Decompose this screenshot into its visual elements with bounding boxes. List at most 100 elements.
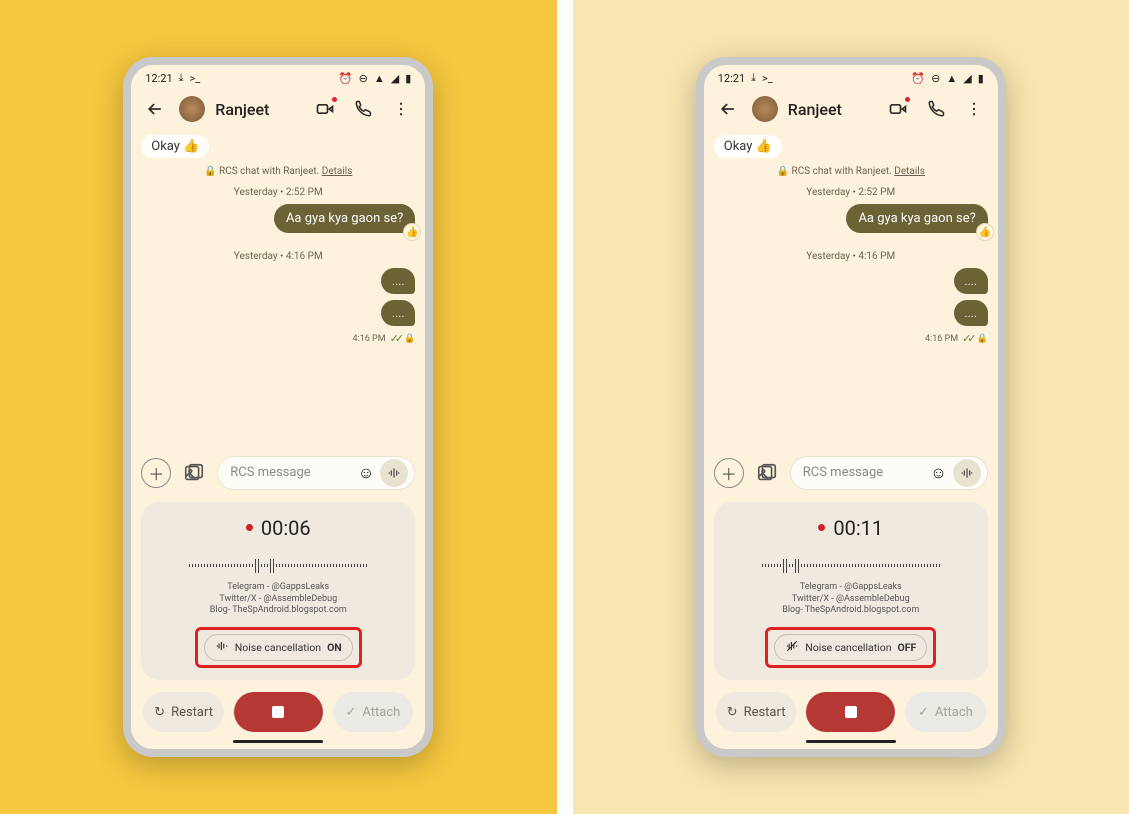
restart-icon: ↻ bbox=[154, 705, 165, 720]
signal-icon: ◢ bbox=[963, 72, 971, 85]
stop-button[interactable] bbox=[806, 692, 895, 732]
signal-icon: ◢ bbox=[391, 72, 399, 85]
status-bar: 12:21 ⤓ >_ ⏰ ⊖ ▲ ◢ ▮ bbox=[704, 65, 998, 87]
compose-row: ＋ RCS message ☺ bbox=[131, 450, 425, 496]
check-icon: ✓ bbox=[918, 705, 929, 720]
add-button[interactable]: ＋ bbox=[141, 458, 171, 488]
contact-name[interactable]: Ranjeet bbox=[215, 100, 301, 119]
alarm-icon: ⏰ bbox=[339, 72, 353, 85]
voice-message-button[interactable] bbox=[953, 459, 981, 487]
lock-icon: 🔒 bbox=[977, 334, 988, 344]
message-bubble[interactable]: .... bbox=[954, 300, 988, 326]
wifi-icon: ▲ bbox=[374, 72, 385, 85]
contact-name[interactable]: Ranjeet bbox=[788, 100, 874, 119]
recording-timer: 00:11 bbox=[818, 516, 883, 540]
add-button[interactable]: ＋ bbox=[714, 458, 744, 488]
terminal-icon: >_ bbox=[762, 72, 773, 85]
read-receipt-icon: ✓✓ bbox=[962, 332, 972, 345]
reaction-badge[interactable]: 👍 bbox=[976, 223, 994, 241]
stop-icon bbox=[845, 706, 857, 718]
gallery-button[interactable] bbox=[179, 458, 209, 488]
voice-message-button[interactable] bbox=[380, 459, 408, 487]
message-bubble[interactable]: .... bbox=[381, 300, 415, 326]
recording-dot-icon bbox=[818, 524, 825, 531]
lock-icon: 🔒 bbox=[204, 166, 216, 177]
more-button[interactable] bbox=[387, 95, 415, 123]
panel-left: 12:21 ⤓ >_ ⏰ ⊖ ▲ ◢ ▮ Ranjeet bbox=[0, 0, 557, 814]
input-placeholder: RCS message bbox=[230, 465, 352, 480]
message-input[interactable]: RCS message ☺ bbox=[790, 456, 988, 490]
okay-pill: Okay 👍 bbox=[141, 135, 209, 158]
attach-button[interactable]: ✓ Attach bbox=[905, 692, 986, 732]
status-bar: 12:21 ⤓ >_ ⏰ ⊖ ▲ ◢ ▮ bbox=[131, 65, 425, 87]
waveform bbox=[151, 556, 405, 576]
more-button[interactable] bbox=[960, 95, 988, 123]
chat-area[interactable]: Okay 👍 🔒 RCS chat with Ranjeet. Details … bbox=[131, 131, 425, 450]
message-bubble[interactable]: Aa gya kya gaon se? 👍 bbox=[846, 204, 987, 233]
noise-cancel-icon bbox=[215, 639, 229, 656]
message-status: 4:16 PM ✓✓ 🔒 bbox=[714, 332, 988, 345]
gallery-button[interactable] bbox=[752, 458, 782, 488]
stop-button[interactable] bbox=[234, 692, 323, 732]
status-time: 12:21 bbox=[718, 72, 745, 85]
noise-cancellation-toggle[interactable]: Noise cancellation ON bbox=[204, 634, 353, 661]
chat-area[interactable]: Okay 👍 🔒 RCS chat with Ranjeet. Details … bbox=[704, 131, 998, 450]
wifi-icon: ▲ bbox=[946, 72, 957, 85]
status-time: 12:21 bbox=[145, 72, 172, 85]
avatar[interactable] bbox=[179, 96, 205, 122]
credits-text: Telegram - @GappsLeaks Twitter/X - @Asse… bbox=[151, 582, 405, 617]
emoji-button[interactable]: ☺ bbox=[358, 463, 374, 483]
timestamp: Yesterday • 2:52 PM bbox=[141, 187, 415, 198]
terminal-icon: >_ bbox=[190, 72, 201, 85]
message-bubble[interactable]: .... bbox=[954, 268, 988, 294]
attach-button[interactable]: ✓ Attach bbox=[333, 692, 414, 732]
notification-dot-icon bbox=[332, 97, 337, 102]
phone-mockup: 12:21 ⤓ >_ ⏰ ⊖ ▲ ◢ ▮ Ranjeet bbox=[696, 57, 1006, 757]
credits-text: Telegram - @GappsLeaks Twitter/X - @Asse… bbox=[724, 582, 978, 617]
voice-call-button[interactable] bbox=[922, 95, 950, 123]
download-icon: ⤓ bbox=[751, 71, 756, 85]
message-bubble[interactable]: Aa gya kya gaon se? 👍 bbox=[274, 204, 415, 233]
recorder-card: 00:06 Telegram - @GappsLeaks Twitter/X -… bbox=[141, 502, 415, 680]
app-header: Ranjeet bbox=[704, 87, 998, 131]
back-button[interactable] bbox=[714, 95, 742, 123]
dnd-icon: ⊖ bbox=[359, 72, 368, 85]
compose-row: ＋ RCS message ☺ bbox=[704, 450, 998, 496]
read-receipt-icon: ✓✓ bbox=[390, 332, 400, 345]
download-icon: ⤓ bbox=[179, 71, 184, 85]
restart-button[interactable]: ↻ Restart bbox=[716, 692, 797, 732]
recorder-actions: ↻ Restart ✓ Attach bbox=[704, 680, 998, 740]
video-call-button[interactable] bbox=[884, 95, 912, 123]
lock-icon: 🔒 bbox=[777, 166, 789, 177]
rcs-details-link[interactable]: Details bbox=[894, 166, 925, 177]
rcs-info: 🔒 RCS chat with Ranjeet. Details bbox=[714, 166, 988, 177]
message-bubble[interactable]: .... bbox=[381, 268, 415, 294]
battery-icon: ▮ bbox=[405, 72, 411, 85]
emoji-button[interactable]: ☺ bbox=[930, 463, 946, 483]
video-call-button[interactable] bbox=[311, 95, 339, 123]
notification-dot-icon bbox=[905, 97, 910, 102]
rcs-details-link[interactable]: Details bbox=[322, 166, 353, 177]
home-indicator[interactable] bbox=[806, 740, 896, 743]
reaction-badge[interactable]: 👍 bbox=[403, 223, 421, 241]
recording-timer: 00:06 bbox=[246, 516, 311, 540]
waveform bbox=[724, 556, 978, 576]
home-indicator[interactable] bbox=[233, 740, 323, 743]
restart-button[interactable]: ↻ Restart bbox=[143, 692, 224, 732]
lock-icon: 🔒 bbox=[404, 334, 415, 344]
app-header: Ranjeet bbox=[131, 87, 425, 131]
input-placeholder: RCS message bbox=[803, 465, 925, 480]
timestamp: Yesterday • 4:16 PM bbox=[714, 251, 988, 262]
alarm-icon: ⏰ bbox=[911, 72, 925, 85]
restart-icon: ↻ bbox=[727, 705, 738, 720]
timestamp: Yesterday • 4:16 PM bbox=[141, 251, 415, 262]
voice-call-button[interactable] bbox=[349, 95, 377, 123]
rcs-info: 🔒 RCS chat with Ranjeet. Details bbox=[141, 166, 415, 177]
back-button[interactable] bbox=[141, 95, 169, 123]
highlight-box: Noise cancellation ON bbox=[195, 627, 362, 668]
stop-icon bbox=[272, 706, 284, 718]
noise-cancellation-toggle[interactable]: Noise cancellation OFF bbox=[774, 634, 927, 661]
avatar[interactable] bbox=[752, 96, 778, 122]
okay-pill: Okay 👍 bbox=[714, 135, 782, 158]
message-input[interactable]: RCS message ☺ bbox=[217, 456, 415, 490]
